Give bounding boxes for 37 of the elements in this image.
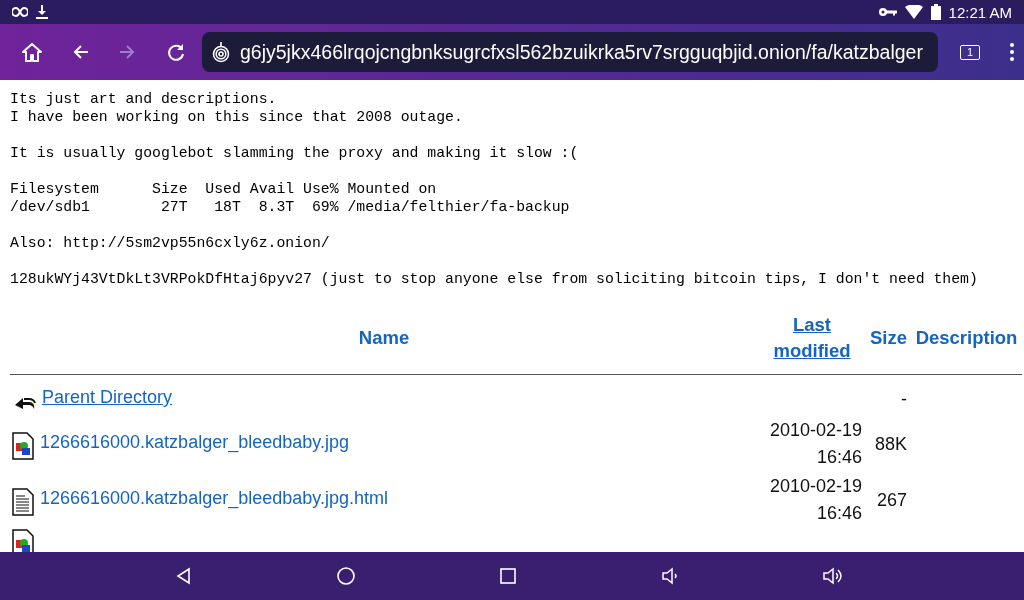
text-line: I have been working on this since that 2008 outage.: [10, 108, 464, 126]
file-size: 267: [877, 489, 908, 510]
column-header[interactable]: Size: [870, 325, 908, 351]
modified-date: 2010-02-19 16:46: [768, 475, 862, 525]
more-options-icon: [1010, 43, 1014, 61]
key-icon: [878, 7, 897, 17]
file-link[interactable]: 1266616000.katzbalger_bleedbaby.jpg: [40, 428, 349, 460]
text-line: Filesystem Size Used Avail Use% Mounted on: [10, 180, 438, 198]
url-text: g6jy5jkx466lrqojcngbnksugrcfxsl562bzuikrka5rv7srgguqbjid.onion/fa/katzbalger: [240, 40, 923, 64]
tab-count-button[interactable]: 1: [960, 44, 980, 60]
wifi-icon: [904, 5, 923, 19]
column-header[interactable]: Last modified: [762, 312, 862, 364]
text-line: Also: http://5sm2vp55n6cxly6z.onion/: [10, 234, 331, 252]
file-size: -: [901, 389, 908, 409]
text-line: 128ukWYj43VtDkLt3VRPokDfHtaj6pyv27 (just to stop anyone else from soliciting bitcoin tips, I don't need them): [10, 270, 979, 288]
column-header[interactable]: Description: [915, 325, 1018, 351]
home-icon: [21, 41, 43, 63]
recents-icon: [498, 566, 518, 586]
text-file-icon: [12, 487, 34, 516]
onion-icon: [212, 41, 230, 63]
clock: 12:21 AM: [948, 3, 1012, 21]
file-size: 88K: [875, 433, 908, 454]
modified-date: 2010-02-19 16:46: [768, 419, 862, 469]
download-icon: [36, 5, 48, 19]
battery-icon: [930, 4, 941, 20]
image-file-icon: [12, 431, 34, 460]
home-icon: [336, 566, 356, 586]
text-line: /dev/sdb1 27T 18T 8.3T 69% /media/felthier/fa-backup: [10, 198, 571, 216]
file-link[interactable]: 1266616000.katzbalger_bleedbaby.jpg.html: [40, 484, 388, 516]
file-link[interactable]: Parent Directory: [42, 384, 173, 415]
infinity-icon: [12, 7, 28, 17]
text-line: It is usually googlebot slamming the proxy and making it slow :(: [10, 144, 580, 162]
address-bar[interactable]: g6jy5jkx466lrqojcngbnksugrcfxsl562bzuikrka5rv7srgguqbjid.onion/fa/katzbalger: [202, 32, 938, 72]
volume-up-icon: [822, 566, 842, 586]
text-line: Its just art and descriptions.: [10, 90, 278, 108]
volume-down-icon: [660, 566, 680, 586]
column-header[interactable]: Name: [358, 325, 410, 351]
